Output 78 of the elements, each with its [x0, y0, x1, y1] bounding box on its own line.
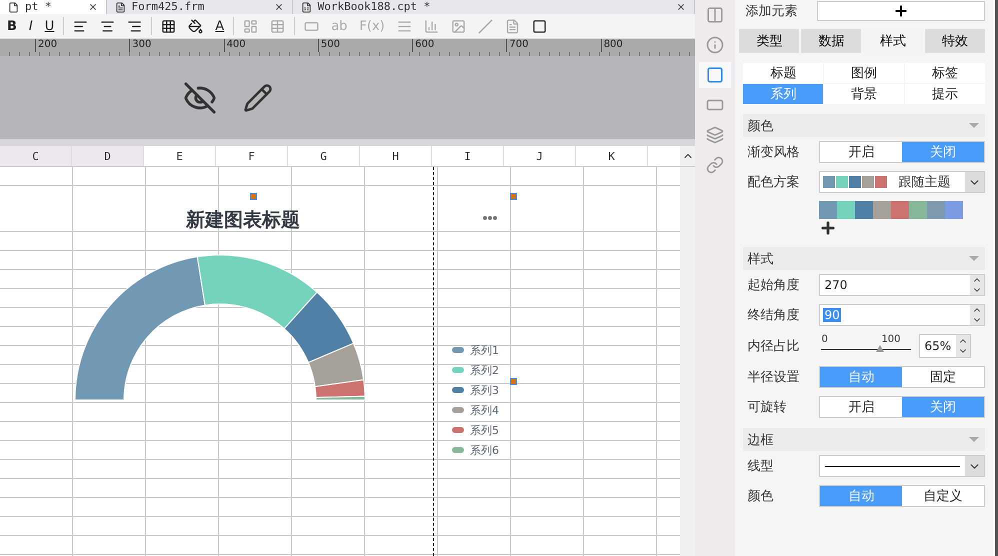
file-icon	[114, 2, 126, 12]
line-style-select[interactable]	[819, 455, 985, 477]
file-icon	[8, 2, 19, 12]
field-label: 颜色	[747, 488, 774, 505]
column-header[interactable]: C	[0, 146, 72, 166]
plus-icon	[893, 3, 910, 19]
square-icon[interactable]	[699, 62, 732, 88]
selection-handle[interactable]	[510, 193, 517, 200]
legend-label: 系列6	[470, 442, 499, 458]
close-icon[interactable]	[274, 2, 284, 12]
legend-label: 系列1	[470, 342, 499, 358]
document-tab[interactable]: WorkBook188.cpt *	[292, 0, 695, 14]
sub-tab[interactable]: 图例	[824, 63, 904, 83]
section-title: 边框	[747, 432, 774, 448]
pencil-icon[interactable]	[242, 82, 272, 112]
column-header[interactable]: D	[72, 146, 144, 166]
close-icon[interactable]	[676, 2, 686, 12]
section-header[interactable]: 颜色	[743, 114, 985, 137]
legend-label: 系列4	[470, 402, 499, 418]
add-element-button[interactable]	[817, 1, 985, 21]
eye-off-icon[interactable]	[182, 80, 216, 114]
field-label: 配色方案	[747, 174, 800, 191]
color-scheme-select[interactable]: 跟随主题	[819, 171, 985, 193]
field-label: 渐变风格	[747, 144, 800, 161]
document-tab[interactable]: pt *	[0, 0, 106, 14]
ratio-slider[interactable]: 0 100	[819, 335, 914, 357]
color-swatch[interactable]	[819, 201, 838, 219]
section-title: 样式	[747, 250, 774, 268]
color-swatch[interactable]	[891, 201, 910, 219]
field-label: 添加元素	[745, 3, 798, 20]
close-icon[interactable]	[88, 2, 98, 12]
panel-tab[interactable]: 数据	[801, 29, 862, 53]
scrollbar[interactable]	[680, 167, 695, 556]
color-swatch[interactable]	[945, 201, 964, 219]
panel-tab[interactable]: 类型	[739, 29, 800, 53]
selection-handle[interactable]	[250, 193, 257, 200]
field-label: 半径设置	[747, 369, 800, 386]
field-label: 起始角度	[747, 277, 800, 294]
legend-label: 系列5	[470, 422, 499, 438]
panel-tab[interactable]: 特效	[925, 29, 985, 53]
color-swatch[interactable]	[873, 201, 892, 219]
file-icon	[300, 2, 312, 12]
slider-min: 0	[821, 334, 828, 345]
add-color-icon[interactable]	[819, 219, 838, 237]
field-label: 可旋转	[747, 399, 788, 416]
field-label: 终结角度	[747, 307, 800, 324]
format-button[interactable]: U	[42, 16, 58, 36]
color-swatch[interactable]	[855, 201, 874, 219]
document-tab[interactable]: Form425.frm	[106, 0, 293, 14]
percent-field[interactable]: 65%	[919, 334, 972, 358]
caret-icon	[969, 123, 979, 128]
section-header[interactable]: 边框	[743, 428, 985, 451]
slider-thumb[interactable]	[876, 345, 884, 352]
sub-tab[interactable]: 标题	[743, 63, 824, 83]
section-title: 颜色	[747, 118, 774, 134]
font-color-button[interactable]: A	[212, 16, 228, 36]
ruler: 200 300 400 500 600 700 800	[0, 39, 695, 56]
field-label: 内径占比	[747, 338, 800, 355]
number-field[interactable]: 270	[819, 274, 985, 296]
chart-title: 新建图表标题	[186, 208, 300, 233]
color-swatch[interactable]	[909, 201, 928, 219]
sub-tab[interactable]: 提示	[905, 84, 985, 104]
color-swatch[interactable]	[927, 201, 946, 219]
select-value: 跟随主题	[898, 174, 952, 191]
sub-tab[interactable]: 标签	[905, 63, 985, 83]
legend-label: 系列3	[470, 382, 499, 398]
legend-label: 系列2	[470, 362, 499, 378]
section-header[interactable]: 样式	[743, 247, 985, 270]
color-swatch[interactable]	[837, 201, 856, 219]
format-button[interactable]: I	[26, 16, 36, 36]
sub-tab[interactable]: 背景	[824, 84, 904, 104]
slider-max: 100	[881, 334, 901, 345]
more-icon[interactable]	[482, 215, 498, 221]
format-button[interactable]: B	[4, 16, 20, 36]
caret-icon	[969, 256, 979, 261]
selection-handle[interactable]	[510, 378, 517, 385]
field-label: 线型	[747, 458, 774, 475]
caret-icon	[969, 437, 979, 442]
